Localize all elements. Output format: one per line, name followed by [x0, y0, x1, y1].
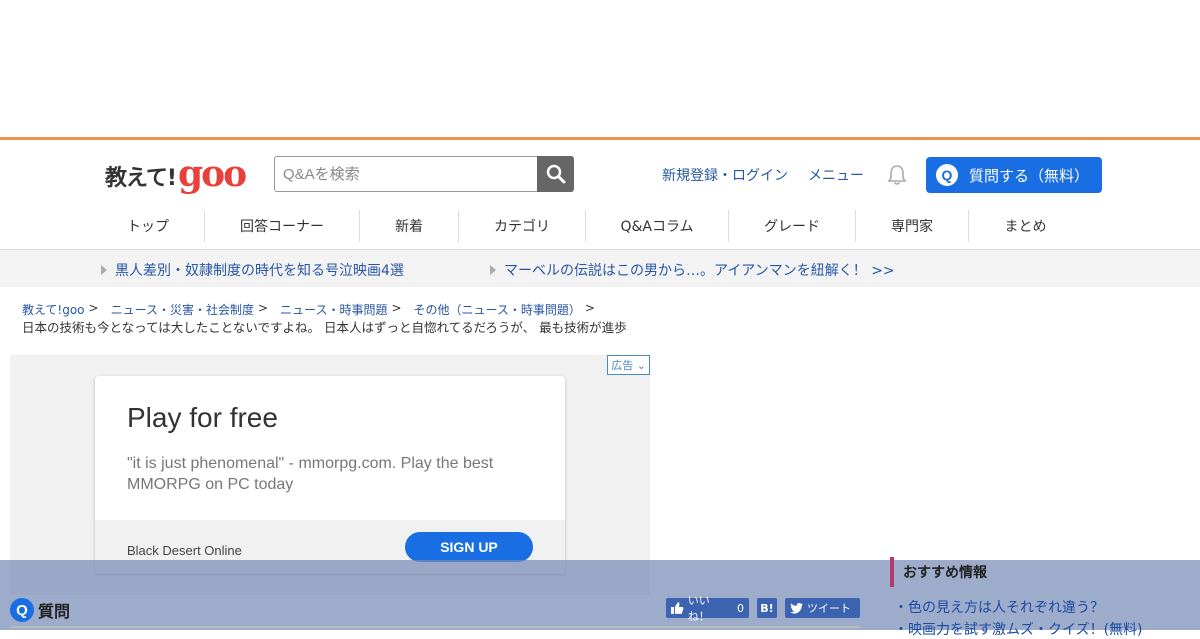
- ad-area: 広告 ⌄ Play for free "it is just phenomena…: [10, 355, 650, 595]
- ask-question-button[interactable]: Q 質問する（無料）: [926, 157, 1102, 193]
- breadcrumb-separator: >: [88, 301, 99, 315]
- site-header: 教えて! goo 新規登録・ログイン メニュー Q 質問する（無料）: [0, 140, 1200, 208]
- site-logo[interactable]: 教えて! goo: [105, 153, 247, 195]
- promo-text: 黒人差別・奴隷制度の時代を知る号泣映画4選: [115, 263, 404, 279]
- like-button[interactable]: いいね！ 0: [666, 594, 749, 623]
- logo-text: 教えて!: [105, 166, 177, 191]
- breadcrumb-link[interactable]: ニュース・時事問題: [280, 301, 387, 318]
- question-icon: Q: [936, 164, 958, 186]
- breadcrumb: 教えて!goo > ニュース・災害・社会制度 > ニュース・時事問題 > その他（ニュ…: [22, 301, 607, 318]
- tweet-label: ツイート: [807, 602, 851, 615]
- like-label: いいね！: [687, 594, 710, 623]
- breadcrumb-link[interactable]: その他（ニュース・時事問題）: [414, 301, 581, 318]
- nav-top[interactable]: トップ: [92, 210, 205, 242]
- search-box: [274, 156, 574, 192]
- question-divider: [10, 626, 860, 628]
- ad-brand: Black Desert Online: [127, 543, 242, 558]
- register-login-link[interactable]: 新規登録・ログイン: [662, 165, 788, 185]
- thumbs-up-icon: [671, 602, 684, 614]
- recommend-link[interactable]: ・色の見え方は人それぞれ違う？: [894, 597, 1104, 617]
- question-heading: Q 質問: [10, 598, 70, 622]
- ask-question-label: 質問する（無料）: [969, 166, 1090, 185]
- breadcrumb-link[interactable]: ニュース・災害・社会制度: [111, 301, 254, 318]
- promo-link[interactable]: マーベルの伝説はこの男から…。アイアンマンを紐解く！ >>: [490, 260, 895, 280]
- question-heading-label: 質問: [38, 602, 71, 621]
- tweet-button[interactable]: ツイート: [785, 598, 860, 618]
- search-input[interactable]: [274, 156, 537, 192]
- top-ad-area: [0, 0, 1200, 137]
- header-links: 新規登録・ログイン メニュー: [662, 165, 884, 185]
- promo-bar: 黒人差別・奴隷制度の時代を知る号泣映画4選 マーベルの伝説はこの男から…。アイア…: [0, 249, 1200, 287]
- breadcrumb-separator: >: [257, 301, 269, 315]
- search-icon: [546, 164, 565, 184]
- nav-experts[interactable]: 専門家: [856, 210, 969, 242]
- breadcrumb-separator: >: [391, 301, 402, 315]
- like-count: 0: [737, 601, 744, 615]
- nav-qa-column[interactable]: Q&Aコラム: [586, 210, 729, 242]
- breadcrumb-link[interactable]: 教えて!goo: [22, 301, 85, 318]
- nav-matome[interactable]: まとめ: [969, 210, 1082, 242]
- nav-answer-corner[interactable]: 回答コーナー: [205, 210, 360, 242]
- ad-signup-button[interactable]: SIGN UP: [405, 532, 533, 562]
- question-icon: Q: [10, 598, 34, 622]
- twitter-icon: [790, 602, 803, 614]
- triangle-right-icon: [490, 265, 496, 275]
- menu-link[interactable]: メニュー: [808, 165, 864, 185]
- hatena-bookmark-button[interactable]: B!: [757, 598, 777, 618]
- ad-card[interactable]: Play for free "it is just phenomenal" - …: [95, 376, 565, 574]
- recommend-heading: おすすめ情報: [890, 557, 987, 587]
- nav-new[interactable]: 新着: [360, 210, 459, 242]
- nav-grade[interactable]: グレード: [729, 210, 856, 242]
- page-title: 日本の技術も今となっては大したことないですよね。 日本人はずっと自惚れてるだろう…: [22, 320, 627, 335]
- search-button[interactable]: [537, 156, 574, 192]
- ad-title: Play for free: [127, 402, 278, 433]
- ad-label[interactable]: 広告 ⌄: [607, 355, 650, 375]
- ad-label-text: 広告: [611, 359, 634, 372]
- chevron-down-icon: ⌄: [636, 359, 646, 372]
- ad-description: "it is just phenomenal" - mmorpg.com. Pl…: [127, 455, 494, 493]
- nav-category[interactable]: カテゴリ: [459, 210, 586, 242]
- recommend-link[interactable]: ・映画力を試す激ムズ・クイズ！(無料): [894, 619, 1143, 639]
- logo-brand: goo: [177, 153, 247, 195]
- triangle-right-icon: [101, 265, 107, 275]
- breadcrumb-separator: >: [584, 301, 595, 315]
- bell-icon[interactable]: [886, 164, 908, 186]
- promo-text: マーベルの伝説はこの男から…。アイアンマンを紐解く！ >>: [504, 263, 895, 279]
- promo-link[interactable]: 黒人差別・奴隷制度の時代を知る号泣映画4選: [101, 260, 404, 280]
- main-nav: トップ 回答コーナー 新着 カテゴリ Q&Aコラム グレード 専門家 まとめ: [0, 208, 1200, 249]
